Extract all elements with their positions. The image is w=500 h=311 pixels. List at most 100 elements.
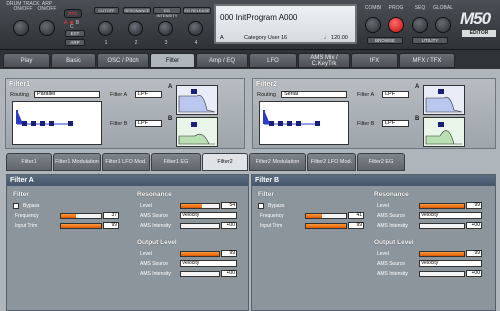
subtab-filter2-eg[interactable]: Filter2 EG [357,153,405,171]
filter-b-out-level-label: Level [377,251,389,257]
subtab-filter1[interactable]: Filter1 [6,153,52,171]
filter2-a-type-select[interactable]: LPF [382,91,409,98]
filter1-a-type: LPF [138,91,149,97]
filter-a-input-trim-value[interactable]: 99 [103,222,119,229]
filter-b-out-int-value[interactable]: +00 [466,270,482,277]
combi-label: COMBI [364,5,382,11]
drum-track-button[interactable] [13,20,29,36]
arp-button[interactable]: ARP [65,39,85,46]
prog-label: PROG [388,5,404,11]
filter2-a-curve[interactable] [423,85,465,115]
filter2-b-label: Filter B [357,121,375,127]
filter-b-res-int-label: AMS Intensity [377,223,408,229]
filter-b-output-group: Output Level [374,239,414,246]
filter-b-out-level-slider[interactable] [419,251,465,257]
filter1-b-curve[interactable] [176,117,218,147]
filter-b-res-ams-select[interactable]: Velocity [419,212,482,219]
filter-a-res-level-value[interactable]: 54 [221,202,237,209]
knob-2[interactable] [128,21,143,36]
lcd-program: 000 InitProgram A000 [220,13,298,22]
knob-1[interactable] [98,21,113,36]
subtab-filter1-lfo-mod[interactable]: Filter1 LFO Mod. [102,153,150,171]
editor-badge: EDITOR [462,30,496,37]
filter2-b-type-select[interactable]: LPF [382,120,409,127]
filter-a-res-int-slider[interactable] [180,223,220,229]
filter-a-frequency-slider[interactable] [60,213,102,219]
filter-b-input-trim-label: Input Trim [260,223,283,229]
filter2-route-b-marker: B [415,116,420,122]
filter-b-out-int-slider[interactable] [419,271,465,277]
combi-button[interactable] [365,17,381,33]
filter-a-out-int-label: AMS Intensity [140,271,171,277]
filter-a-out-int-value[interactable]: +00 [221,270,237,277]
filter-a-out-ams-select[interactable]: Velocity [180,260,237,267]
filter1-b-type-select[interactable]: LPF [135,120,162,127]
filter-b-frequency-value[interactable]: 41 [348,212,364,219]
filter2-routing-diagram [259,101,349,145]
filter-b-res-level-slider[interactable] [419,203,465,209]
filter-b-resonance-group: Resonance [374,191,409,198]
filter1-a-type-select[interactable]: LPF [135,91,162,98]
tab-amp-eq[interactable]: Amp / EQ [196,53,248,68]
m50-logo: M50 [460,9,491,28]
tab-ams-mix[interactable]: AMS Mix / C.KeyTrk [298,53,350,68]
tab-basic[interactable]: Basic [51,53,96,68]
global-button[interactable] [435,17,451,33]
filter1-routing-select[interactable]: Parallel [34,91,100,98]
prog-button[interactable] [388,17,404,33]
subtab-filter1-eg[interactable]: Filter1 EG [151,153,201,171]
filter-a-bypass-checkbox[interactable] [13,203,19,209]
filter-a-out-int-slider[interactable] [180,271,220,277]
filter1-a-curve[interactable] [176,85,218,115]
subtab-filter2[interactable]: Filter2 [202,153,248,171]
filter2-routing-box: Filter2 Routing Serial Filter A LPF Filt… [252,78,496,149]
browse-button[interactable]: BROWSE [367,37,403,44]
tab-ifx[interactable]: IFX [351,53,398,68]
filter2-b-curve[interactable] [423,117,465,147]
filter1-routing-value: Parallel [37,91,56,97]
filter-a-input-trim-slider[interactable] [60,223,102,229]
knob-label-resonance: RESONANCE [123,7,151,14]
filter-b-input-trim-slider[interactable] [305,223,347,229]
utility-button[interactable]: UTILITY [412,37,448,44]
knob-label-eg-release: EG RELEASE [183,7,211,14]
filter-a-frequency-value[interactable]: 37 [103,212,119,219]
filter1-a-curve-svg [178,89,216,113]
filter-b-frequency-slider[interactable] [305,213,347,219]
filter-a-out-level-slider[interactable] [180,251,220,257]
tab-osc-pitch[interactable]: OSC / Pitch [97,53,149,68]
filter-b-out-ams-select[interactable]: Velocity [419,260,482,267]
seq-label: SEQ [414,5,426,11]
filter1-title: Filter1 [9,81,31,88]
filter-b-res-int-slider[interactable] [419,223,465,229]
filter-b-out-ams-label: AMS Source [377,261,406,267]
filter1-routing-box: Filter1 Routing Parallel Filter A LPF Fi… [5,78,245,149]
filter-b-res-int-value[interactable]: +00 [466,222,482,229]
filter-b-bypass-checkbox[interactable] [258,203,264,209]
arp-onoff-button[interactable] [39,20,55,36]
filter-a-res-ams-select[interactable]: Velocity [180,212,237,219]
filter-b-filter-group: Filter [258,191,274,198]
tab-play[interactable]: Play [3,53,50,68]
filter-b-input-trim-value[interactable]: 99 [348,222,364,229]
filter-a-res-int-value[interactable]: +00 [221,222,237,229]
filter2-routing-select[interactable]: Serial [281,91,347,98]
knob-4[interactable] [188,21,203,36]
subtab-filter1-modulation[interactable]: Filter1 Modulation [53,153,101,171]
lcd-bank: A [220,35,224,41]
subtab-filter2-lfo-mod[interactable]: Filter2 LFO Mod. [307,153,356,171]
tab-lfo[interactable]: LFO [249,53,297,68]
filter-b-res-level-value[interactable]: 99 [466,202,482,209]
tab-filter[interactable]: Filter [150,53,195,68]
filter-a-bypass-label: Bypass [23,203,40,209]
filter-a-filter-group: Filter [13,191,29,198]
rtc-button[interactable]: RTC [64,9,82,18]
ext-button[interactable]: EXT [65,30,85,37]
seq-button[interactable] [412,17,428,33]
subtab-filter2-modulation[interactable]: Filter2 Modulation [249,153,306,171]
tab-mfx-tfx[interactable]: MFX / TFX [399,53,455,68]
filter-a-res-level-slider[interactable] [180,203,220,209]
filter-a-out-level-value[interactable]: 99 [221,250,237,257]
filter-b-out-level-value[interactable]: 99 [466,250,482,257]
knob-3[interactable] [158,21,173,36]
